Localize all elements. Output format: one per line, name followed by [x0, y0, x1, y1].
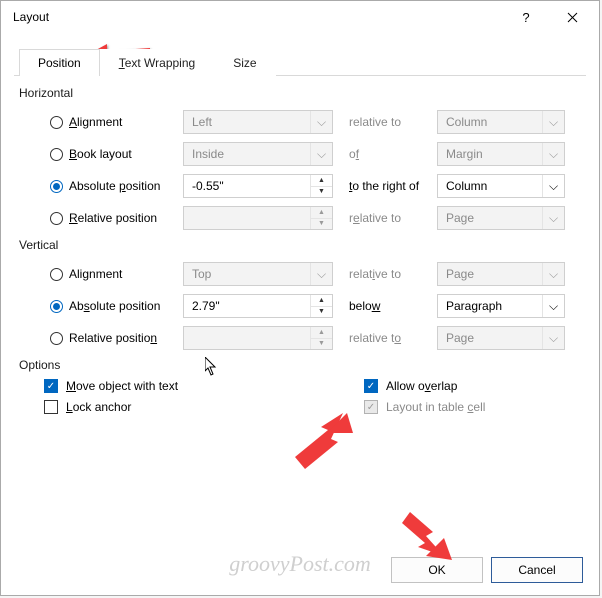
select-v-absolute-rel[interactable]: Paragraph ⌵ [437, 294, 565, 318]
checkbox-allow-overlap[interactable]: ✓ Allow overlap [364, 379, 457, 393]
close-button[interactable] [549, 2, 595, 32]
chevron-down-icon: ⌵ [542, 207, 564, 229]
label-h-alignment-rel: relative to [339, 115, 431, 129]
spinner-v-absolute[interactable]: 2.79" ▲▼ [183, 294, 333, 318]
radio-h-relative[interactable] [50, 212, 63, 225]
radio-v-relative[interactable] [50, 332, 63, 345]
spinner-v-relative: ▲▼ [183, 326, 333, 350]
chevron-down-icon: ⌵ [310, 143, 332, 165]
dialog-footer: OK Cancel [391, 557, 583, 583]
checkbox-move-with-text[interactable]: ✓ Move object with text [44, 379, 304, 393]
label-h-relative-rel: relative to [339, 211, 431, 225]
chevron-up-icon: ▲ [311, 207, 332, 218]
chevron-up-icon: ▲ [311, 175, 332, 186]
tab-position[interactable]: Position [19, 49, 100, 76]
label-v-absolute: Absolute position [69, 299, 177, 313]
label-v-absolute-rel: below [339, 299, 431, 313]
label-v-relative: Relative position [69, 331, 177, 345]
chevron-down-icon: ▼ [311, 338, 332, 350]
label-h-relative: Relative position [69, 211, 177, 225]
group-vertical: Vertical [19, 238, 581, 252]
radio-h-absolute[interactable] [50, 180, 63, 193]
chevron-down-icon: ⌵ [542, 263, 564, 285]
chevron-down-icon: ⌵ [310, 111, 332, 133]
select-h-alignment-value: Left ⌵ [183, 110, 333, 134]
chevron-down-icon: ▼ [311, 186, 332, 198]
select-h-relative-rel: Page ⌵ [437, 206, 565, 230]
chevron-down-icon: ⌵ [310, 263, 332, 285]
select-h-book-value: Inside ⌵ [183, 142, 333, 166]
label-h-book-rel: of [339, 147, 431, 161]
chevron-up-icon: ▲ [311, 327, 332, 338]
ok-button[interactable]: OK [391, 557, 483, 583]
label-h-alignment: Alignment [69, 115, 177, 129]
chevron-down-icon: ▼ [311, 218, 332, 230]
label-v-alignment-rel: relative to [339, 267, 431, 281]
select-h-book-rel: Margin ⌵ [437, 142, 565, 166]
watermark: groovyPost.com [229, 551, 371, 577]
label-h-book: Book layout [69, 147, 177, 161]
radio-h-alignment[interactable] [50, 116, 63, 129]
tab-row: Position Text Wrapping Size [1, 49, 599, 76]
layout-dialog: Layout ? Position Text Wrapping Size Hor… [0, 0, 600, 596]
group-horizontal: Horizontal [19, 86, 581, 100]
select-v-relative-rel: Page ⌵ [437, 326, 565, 350]
chevron-down-icon: ⌵ [542, 175, 564, 197]
chevron-down-icon: ▼ [311, 306, 332, 318]
radio-h-book[interactable] [50, 148, 63, 161]
radio-v-alignment[interactable] [50, 268, 63, 281]
chevron-down-icon: ⌵ [542, 295, 564, 317]
label-h-absolute-rel: to the right of [339, 179, 431, 193]
select-h-absolute-rel[interactable]: Column ⌵ [437, 174, 565, 198]
chevron-down-icon: ⌵ [542, 143, 564, 165]
select-v-alignment-value: Top ⌵ [183, 262, 333, 286]
chevron-down-icon: ⌵ [542, 327, 564, 349]
checkbox-layout-in-cell: ✓ Layout in table cell [364, 400, 485, 414]
chevron-down-icon: ⌵ [542, 111, 564, 133]
label-v-alignment: Alignment [69, 267, 177, 281]
spinner-h-absolute[interactable]: -0.55" ▲▼ [183, 174, 333, 198]
select-v-alignment-rel: Page ⌵ [437, 262, 565, 286]
radio-v-absolute[interactable] [50, 300, 63, 313]
cancel-button[interactable]: Cancel [491, 557, 583, 583]
tab-text-wrapping[interactable]: Text Wrapping [100, 49, 214, 76]
help-button[interactable]: ? [503, 2, 549, 32]
titlebar: Layout ? [1, 1, 599, 33]
group-options: Options [19, 358, 581, 372]
close-icon [567, 12, 578, 23]
dialog-title: Layout [13, 10, 503, 24]
select-h-alignment-rel: Column ⌵ [437, 110, 565, 134]
checkbox-lock-anchor[interactable]: Lock anchor [44, 400, 304, 414]
chevron-up-icon: ▲ [311, 295, 332, 306]
label-v-relative-rel: relative to [339, 331, 431, 345]
spinner-h-relative: ▲▼ [183, 206, 333, 230]
label-h-absolute: Absolute position [69, 179, 177, 193]
tab-size[interactable]: Size [214, 49, 275, 76]
